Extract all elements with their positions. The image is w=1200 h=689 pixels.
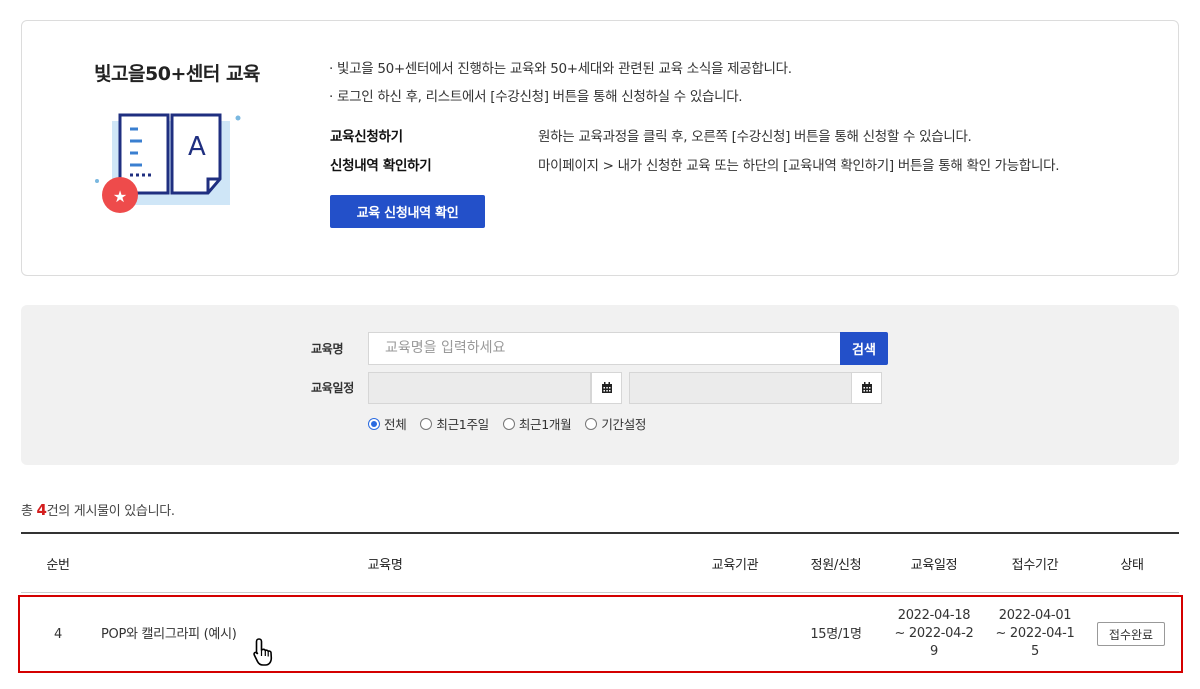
radio-button[interactable]: [368, 417, 380, 430]
info-row-value: 원하는 교육과정을 클릭 후, 오른쪽 [수강신청] 버튼을 통해 신청할 수 …: [538, 129, 972, 145]
search-panel: 교육명 교육명을 입력하세요 검색 교육일정 전체 최근1주일 최근1개월 기간…: [21, 305, 1179, 465]
header-capacity: 정원/신청: [810, 558, 862, 573]
radio-button[interactable]: [502, 417, 515, 430]
calendar-icon[interactable]: [851, 372, 882, 404]
info-row-value: 마이페이지 > 내가 신청한 교육 또는 하단의 [교육내역 확인하기] 버튼을…: [538, 158, 1060, 174]
education-history-button[interactable]: 교육 신청내역 확인: [330, 195, 485, 228]
radio-1month[interactable]: 최근1개월: [502, 414, 572, 433]
row-no: 4: [54, 627, 62, 642]
illus-letter: A: [188, 132, 206, 162]
post-count-summary: 총 4건의 게시물이 있습니다.: [21, 501, 175, 519]
header-status: 상태: [1120, 558, 1144, 573]
radio-label: 기간설정: [601, 417, 647, 432]
radio-custom[interactable]: 기간설정: [585, 414, 646, 433]
hand-cursor-icon: [253, 638, 273, 666]
info-row-key: 신청내역 확인하기: [330, 158, 432, 174]
table-top-border: [21, 532, 1179, 534]
table-header-divider: [21, 592, 1179, 593]
radio-button[interactable]: [585, 417, 598, 430]
radio-all[interactable]: 전체: [368, 414, 407, 433]
info-title: 빛고을50+센터 교육: [94, 63, 260, 85]
radio-label: 전체: [384, 417, 407, 432]
row-name-link[interactable]: POP와 캘리그라피 (예시): [101, 626, 237, 644]
row-period: 2022-04-01 ~ 2022-04-1 5: [995, 608, 1075, 659]
end-date-field[interactable]: [629, 372, 852, 404]
info-panel: 빛고을50+센터 교육 A ★ · 빛고을 50+센터에서 진행하는 교육와 5…: [21, 20, 1179, 276]
info-row-key: 교육신청하기: [330, 129, 403, 145]
radio-label: 최근1개월: [518, 417, 572, 432]
education-date-label: 교육일정: [311, 381, 354, 395]
search-button[interactable]: 검색: [840, 332, 888, 365]
book-illustration-icon: A ★: [95, 113, 241, 213]
header-schedule: 교육일정: [910, 558, 958, 573]
education-name-label: 교육명: [311, 342, 344, 356]
header-name: 교육명: [367, 558, 403, 573]
calendar-icon[interactable]: [591, 372, 622, 404]
header-org: 교육기관: [711, 558, 759, 573]
radio-1week[interactable]: 최근1주일: [420, 414, 489, 433]
info-line-2: · 로그인 하신 후, 리스트에서 [수강신청] 버튼을 통해 신청하실 수 있…: [329, 89, 743, 105]
info-row-apply: 교육신청하기 원하는 교육과정을 클릭 후, 오른쪽 [수강신청] 버튼을 통해…: [330, 127, 1059, 156]
info-row-history: 신청내역 확인하기 마이페이지 > 내가 신청한 교육 또는 하단의 [교육내역…: [330, 156, 1060, 185]
header-period: 접수기간: [1011, 558, 1059, 573]
post-count: 4: [36, 501, 47, 519]
info-line-1: · 빛고을 50+센터에서 진행하는 교육와 50+세대와 관련된 교육 소식을…: [329, 61, 792, 77]
education-name-input[interactable]: 교육명을 입력하세요: [368, 332, 840, 365]
svg-text:★: ★: [113, 187, 127, 206]
status-badge[interactable]: 접수완료: [1097, 622, 1165, 646]
radio-button[interactable]: [420, 417, 433, 430]
start-date-field[interactable]: [368, 372, 591, 404]
row-schedule: 2022-04-18 ~ 2022-04-2 9: [894, 608, 974, 659]
period-radio-group: 전체 최근1주일 최근1개월 기간설정: [368, 414, 660, 433]
row-capacity: 15명/1명: [810, 627, 862, 642]
radio-label: 최근1주일: [436, 417, 489, 432]
header-no: 순번: [46, 558, 70, 573]
